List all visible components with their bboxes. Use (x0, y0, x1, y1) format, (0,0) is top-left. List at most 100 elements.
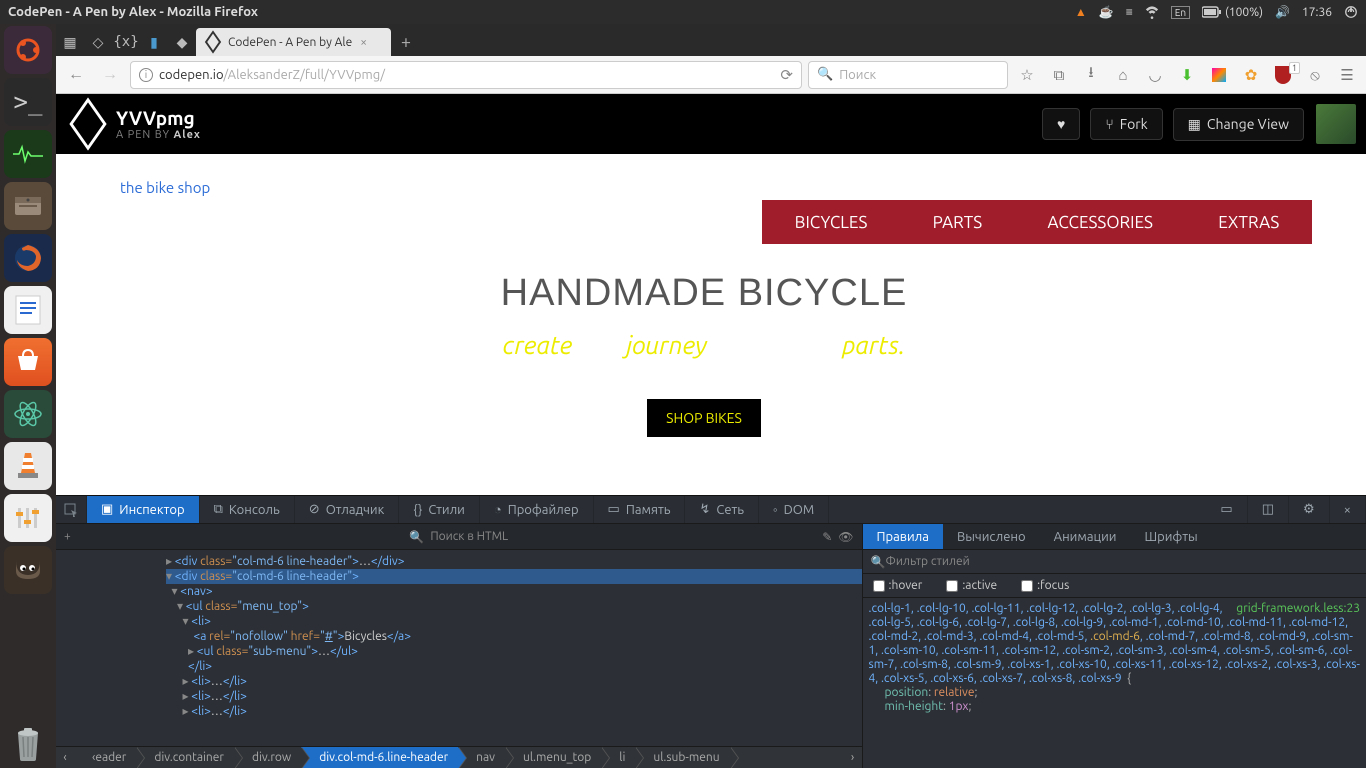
session-icon[interactable] (1344, 5, 1358, 19)
launcher-vlc[interactable] (4, 442, 52, 490)
launcher-files[interactable] (4, 182, 52, 230)
pinned-tab-2[interactable]: ◇ (84, 28, 112, 56)
styles-filter[interactable]: 🔍 Фильтр стилей (863, 550, 1366, 574)
new-tab-button[interactable]: + (391, 28, 421, 56)
pocket-icon[interactable]: ◡ (1142, 66, 1168, 84)
nav-extras[interactable]: EXTRAS (1218, 213, 1279, 232)
breadcrumb-item[interactable]: div.container (136, 747, 234, 768)
launcher-mixer[interactable] (4, 494, 52, 542)
css-rules[interactable]: grid-framework.less:23 .col-lg-1, .col-l… (863, 598, 1366, 768)
fork-button[interactable]: ⑂Fork (1090, 108, 1162, 140)
html-search-bar[interactable]: + 🔍 Поиск в HTML ✎ 👁 (56, 524, 862, 550)
pinned-tab-3[interactable]: {x} (112, 28, 140, 56)
caffeine-icon[interactable]: ☕ (1099, 5, 1114, 19)
rules-tabs: Правила Вычислено Анимации Шрифты (863, 524, 1366, 550)
change-view-button[interactable]: ▦Change View (1173, 108, 1304, 141)
rules-tab-computed[interactable]: Вычислено (943, 524, 1040, 549)
ext-arrow-icon[interactable]: ⬇ (1174, 66, 1200, 84)
breadcrumb-item[interactable]: div.row (234, 747, 301, 768)
tab-console[interactable]: ⧉ Консоль (200, 496, 295, 523)
wifi-icon[interactable] (1145, 5, 1159, 19)
pseudo-active[interactable]: :active (946, 579, 997, 592)
language-indicator[interactable]: En (1171, 6, 1190, 19)
pinned-tab-5[interactable]: ◆ (168, 28, 196, 56)
ublock-icon[interactable]: 1 (1270, 66, 1296, 84)
launcher-atom[interactable] (4, 390, 52, 438)
view-icon: ▦ (1188, 116, 1201, 133)
rules-tab-fonts[interactable]: Шрифты (1130, 524, 1211, 549)
url-bar[interactable]: i codepen.io/AleksanderZ/full/YVVpmg/ ⟳ (130, 61, 802, 89)
menu-icon[interactable]: ≡ (1126, 5, 1133, 19)
back-button[interactable]: ← (62, 61, 90, 89)
edit-html-icon[interactable]: ✎ (822, 530, 832, 544)
tab-profiler[interactable]: ◔ Профайлер (480, 496, 594, 523)
forward-button[interactable]: → (96, 61, 124, 89)
launcher-monitor[interactable] (4, 130, 52, 178)
vlc-tray-icon[interactable]: ▲ (1075, 5, 1087, 19)
html-tree[interactable]: ▸ <div class="col-md-6 line-header">…</d… (56, 550, 862, 746)
nav-parts[interactable]: PARTS (933, 213, 982, 232)
picker-button[interactable] (56, 496, 87, 523)
volume-icon[interactable]: 🔊 (1275, 5, 1290, 19)
hero-title: HANDMADE BICYCLE (56, 272, 1352, 315)
devtools-panel-icon[interactable]: ▭ (1206, 496, 1247, 523)
tab-close-icon[interactable]: × (360, 36, 367, 49)
ext-paw-icon[interactable]: ✿ (1238, 66, 1264, 84)
launcher-trash[interactable] (4, 720, 52, 768)
breadcrumb-item[interactable]: ‹eader (74, 747, 136, 768)
system-tray: ▲ ☕ ≡ En (100%) 🔊 17:36 (1075, 5, 1358, 19)
pseudo-hover[interactable]: :hover (873, 579, 923, 592)
launcher-libreoffice[interactable] (4, 286, 52, 334)
launcher-terminal[interactable]: >_ (4, 78, 52, 126)
ext-color-icon[interactable] (1206, 68, 1232, 82)
bookmark-icon[interactable]: ☆ (1014, 66, 1040, 84)
tab-memory[interactable]: ▭ Память (594, 496, 686, 523)
tab-dom[interactable]: ◦ DOM (759, 496, 829, 523)
launcher-ubuntu[interactable] (4, 26, 52, 74)
launcher-firefox[interactable] (4, 234, 52, 282)
clock[interactable]: 17:36 (1302, 6, 1332, 19)
rules-tab-anim[interactable]: Анимации (1040, 524, 1131, 549)
devtools: ▣ Инспектор ⧉ Консоль ⊘ Отладчик {} Стил… (56, 495, 1366, 768)
launcher-gimp[interactable] (4, 546, 52, 594)
library-icon[interactable]: ⧉ (1046, 66, 1072, 84)
launcher-software[interactable] (4, 338, 52, 386)
tab-network[interactable]: ↯ Сеть (685, 496, 759, 523)
pinned-tab-4[interactable]: ▮ (140, 28, 168, 56)
devtools-dock-icon[interactable]: ◫ (1248, 496, 1289, 523)
nav-accessories[interactable]: ACCESSORIES (1047, 213, 1153, 232)
reload-icon[interactable]: ⟳ (780, 66, 793, 84)
ext-noscript-icon[interactable]: ⦸ (1302, 66, 1328, 84)
breadcrumb-prev[interactable]: ‹ (56, 751, 74, 764)
breadcrumb-item-active[interactable]: div.col-md-6.line-header (301, 747, 458, 768)
eye-icon[interactable]: 👁 (838, 530, 853, 544)
search-box[interactable]: 🔍 Поиск (808, 61, 1008, 89)
breadcrumb-item[interactable]: ul.sub-menu (635, 747, 729, 768)
avatar[interactable] (1316, 104, 1356, 144)
pseudo-focus[interactable]: :focus (1021, 579, 1069, 592)
codepen-logo-icon[interactable] (69, 97, 106, 150)
tab-inspector[interactable]: ▣ Инспектор (87, 496, 200, 523)
devtools-settings-icon[interactable]: ⚙ (1289, 496, 1330, 523)
tab-debugger[interactable]: ⊘ Отладчик (295, 496, 400, 523)
heart-button[interactable]: ♥ (1042, 108, 1080, 140)
shop-bikes-button[interactable]: SHOP BIKES (647, 399, 761, 437)
home-icon[interactable]: ⌂ (1110, 66, 1136, 84)
downloads-icon[interactable]: ⭳ (1078, 62, 1104, 87)
devtools-close-icon[interactable]: × (1330, 496, 1366, 523)
shop-logo-link[interactable]: the bike shop (120, 179, 210, 196)
tab-active[interactable]: CodePen - A Pen by Ale × (196, 28, 391, 56)
info-icon[interactable]: i (139, 68, 153, 82)
window-title: CodePen - A Pen by Alex - Mozilla Firefo… (8, 5, 1075, 19)
breadcrumb-item[interactable]: ul.menu_top (505, 747, 601, 768)
browser-menu-icon[interactable]: ☰ (1334, 66, 1360, 84)
rule-source[interactable]: grid-framework.less:23 (1236, 602, 1360, 616)
nav-bicycles[interactable]: BICYCLES (795, 213, 868, 232)
rules-tab-rules[interactable]: Правила (863, 524, 943, 549)
plus-icon[interactable]: + (64, 530, 71, 543)
pinned-tab-1[interactable]: ▦ (56, 28, 84, 56)
breadcrumb-next[interactable]: › (844, 751, 862, 764)
system-menubar: CodePen - A Pen by Alex - Mozilla Firefo… (0, 0, 1366, 24)
tab-styles[interactable]: {} Стили (399, 496, 480, 523)
battery-indicator[interactable]: (100%) (1202, 6, 1263, 19)
